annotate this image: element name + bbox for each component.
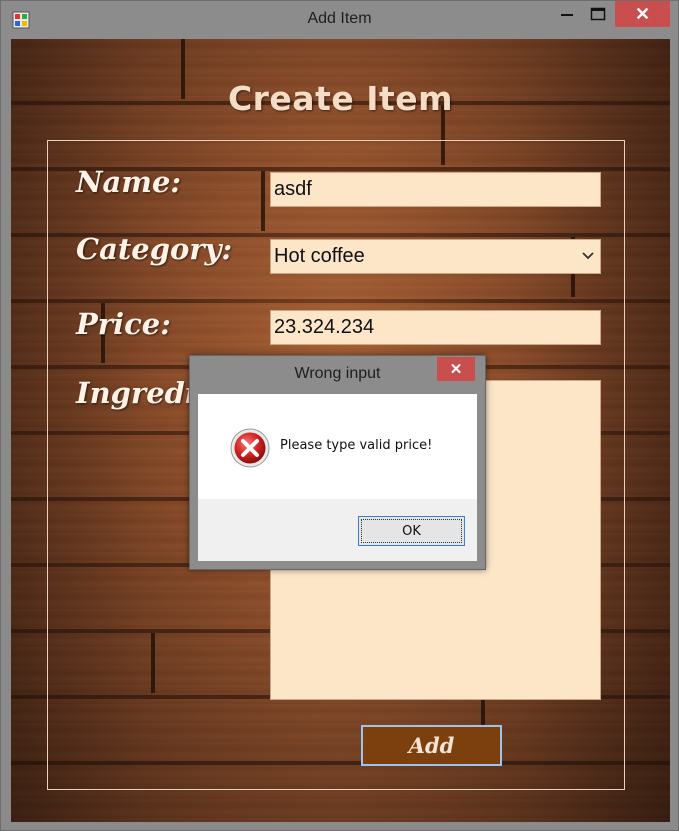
error-dialog: Wrong input ✕ Please type valid price! O… (189, 355, 486, 570)
category-select[interactable]: Hot coffee (270, 239, 601, 274)
name-label: Name: (76, 165, 182, 199)
close-icon: ✕ (449, 361, 463, 378)
dialog-close-button[interactable]: ✕ (437, 357, 475, 381)
maximize-icon (590, 7, 606, 21)
dialog-body: Please type valid price! OK (198, 394, 477, 561)
close-button[interactable]: ✕ (615, 1, 670, 27)
name-field[interactable]: asdf (270, 172, 601, 207)
price-label: Price: (76, 307, 171, 341)
add-button[interactable]: Add (361, 725, 502, 766)
maximize-button[interactable] (583, 1, 613, 27)
close-icon: ✕ (634, 3, 651, 24)
title-bar[interactable]: Add Item ✕ (1, 1, 678, 39)
page-title: Create Item (227, 79, 454, 118)
minimize-button[interactable] (553, 1, 581, 27)
ok-button-label: OK (402, 523, 421, 539)
price-field[interactable]: 23.324.234 (270, 310, 601, 345)
category-label: Category: (76, 232, 233, 266)
category-selected-value: Hot coffee (274, 245, 365, 267)
dialog-message: Please type valid price! (280, 438, 433, 453)
error-icon (230, 428, 270, 468)
chevron-down-icon[interactable] (578, 242, 598, 270)
ok-button[interactable]: OK (358, 516, 465, 546)
minimize-icon (561, 14, 573, 16)
